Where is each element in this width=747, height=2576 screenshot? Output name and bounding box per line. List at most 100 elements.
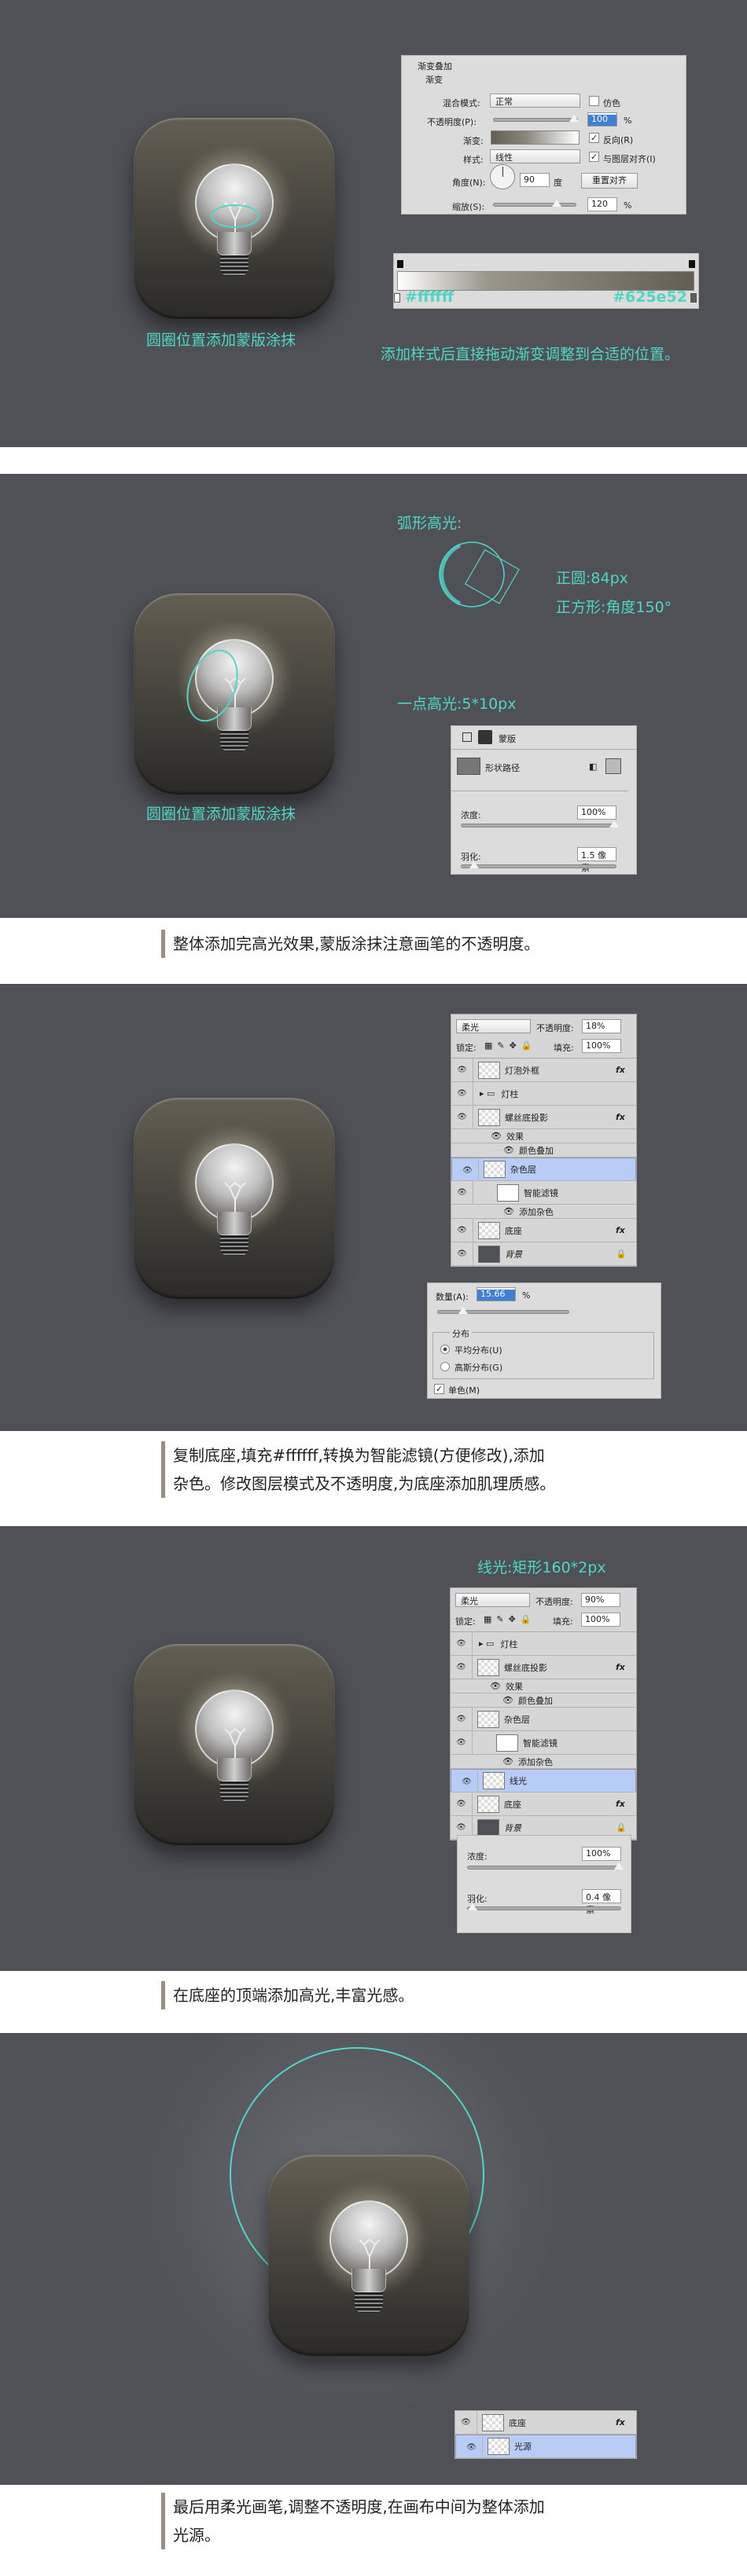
gaussian-radio[interactable] [440,1362,450,1371]
eye-icon[interactable]: 👁 [457,1159,479,1180]
eye-icon[interactable]: 👁 [502,1695,513,1705]
layer-row[interactable]: 👁 杂色层 [451,1158,636,1181]
eye-icon[interactable]: 👁 [451,1632,473,1655]
eye-icon[interactable]: 👁 [503,1206,514,1216]
dither-checkbox[interactable] [589,96,599,106]
layer-row[interactable]: 👁 光源 [455,2435,636,2458]
color-stop-dark[interactable] [690,293,697,303]
density-slider[interactable] [467,1862,624,1870]
eye-icon[interactable]: 👁 [503,1145,514,1155]
fx-badge[interactable]: fx [616,2417,636,2427]
layer-row[interactable]: 👁 线光 [451,1769,636,1793]
lock-icons[interactable]: ▦✎✥🔒 [484,1040,537,1051]
eye-icon[interactable]: 👁 [451,1708,473,1730]
pixel-mask-icon[interactable] [478,730,492,744]
gradient-picker[interactable] [491,130,580,145]
eye-icon[interactable]: 👁 [490,1681,501,1691]
layer-row[interactable]: 👁 效果 [451,1129,636,1143]
feather-slider[interactable] [467,1903,621,1910]
vector-mask-button[interactable] [605,758,621,774]
reset-align-button[interactable]: 重置对齐 [581,173,638,189]
density-input[interactable]: 100% [582,1847,621,1861]
layer-row[interactable]: 👁 ▸ ▭ 灯柱 [451,1082,636,1106]
layer-row[interactable]: 👁 效果 [451,1679,636,1693]
opacity-slider[interactable] [493,115,579,122]
layer-thumbnail [477,1818,499,1837]
eye-icon[interactable]: 👁 [451,1731,473,1754]
eye-icon[interactable]: 👁 [451,1219,473,1242]
reverse-checkbox[interactable]: ✓ [589,133,599,143]
layer-row[interactable]: 👁 添加杂色 [451,1205,636,1219]
layer-row[interactable]: 👁 杂色层 [451,1708,636,1731]
layer-row[interactable]: 👁 智能滤镜 [451,1731,636,1755]
layer-row[interactable]: 👁 螺丝底投影 fx [451,1656,636,1679]
scale-slider[interactable] [493,200,576,207]
layer-blend-select[interactable]: 柔光 [456,1019,531,1033]
line-light-title: 线光:矩形160*2px [477,1559,606,1576]
layer-row[interactable]: 👁 底座 fx [455,2411,636,2435]
layer-row[interactable]: 👁 ▸ ▭ 灯柱 [451,1632,636,1656]
amount-input[interactable]: 15.66 [477,1287,516,1301]
layer-row[interactable]: 👁 灯泡外框 fx [451,1059,636,1082]
eye-icon[interactable]: 👁 [451,1106,473,1128]
layer-row[interactable]: 👁 背景 🔒 [451,1242,636,1266]
layer-opacity-input[interactable]: 90% [581,1593,620,1607]
scale-input[interactable]: 120 [587,197,617,211]
layer-thumbnail [478,1061,500,1079]
layer-opacity-input[interactable]: 18% [582,1019,621,1033]
amount-slider[interactable] [437,1307,569,1314]
opacity-stop-left[interactable] [397,260,403,268]
align-checkbox[interactable]: ✓ [589,152,599,162]
fx-badge[interactable]: fx [616,1225,636,1235]
monochrome-checkbox[interactable]: ✓ [434,1384,444,1394]
fx-badge[interactable]: fx [616,1662,636,1672]
blend-mode-select[interactable]: 正常 [490,94,580,108]
layer-blend-select[interactable]: 柔光 [455,1593,530,1607]
eye-icon[interactable]: 👁 [455,2411,477,2434]
layer-thumbnail [483,1772,505,1789]
eye-icon[interactable]: 👁 [451,1656,473,1679]
eye-icon[interactable]: 👁 [451,1793,473,1815]
select-mask-icon[interactable]: ◧ [589,761,597,772]
density-slider[interactable] [461,820,619,827]
layer-thumbnail [496,1734,518,1752]
fx-badge[interactable]: fx [616,1799,636,1809]
layer-row[interactable]: 👁 底座 fx [451,1219,636,1242]
feather-input[interactable]: 0.4 像素 [582,1889,621,1915]
eye-icon[interactable]: 👁 [502,1756,513,1767]
eye-icon[interactable]: 👁 [456,1771,478,1791]
layer-row[interactable]: 👁 添加杂色 [451,1755,636,1769]
opacity-stop-right[interactable] [689,260,695,268]
eye-icon[interactable]: 👁 [451,1242,473,1265]
style-select[interactable]: 线性 [490,149,580,163]
layers-panel: 👁 底座 fx 👁 光源 [454,2410,637,2459]
eye-icon[interactable]: 👁 [451,1059,473,1081]
feather-input[interactable]: 1.5 像素 [577,847,616,873]
layer-row[interactable]: 👁 颜色叠加 [451,1143,636,1158]
eye-icon[interactable]: 👁 [451,1082,473,1105]
arc-highlight-title: 弧形高光: [397,515,462,532]
layer-fill-input[interactable]: 100% [581,1613,620,1627]
layer-row[interactable]: 👁 底座 fx [451,1793,636,1816]
feather-slider[interactable] [461,861,616,868]
layer-row[interactable]: 👁 螺丝底投影 fx [451,1106,636,1129]
layer-fill-input[interactable]: 100% [582,1039,621,1053]
vector-mask-icon[interactable] [462,732,472,742]
fx-badge[interactable]: fx [616,1065,636,1075]
lock-icons[interactable]: ▦✎✥🔒 [484,1614,536,1624]
fx-badge[interactable]: fx [616,1112,636,1122]
uniform-radio[interactable] [440,1345,450,1354]
layer-row[interactable]: 👁 智能滤镜 [451,1181,636,1205]
eye-icon[interactable]: 👁 [461,2436,483,2457]
eye-icon[interactable]: 👁 [451,1181,473,1204]
eye-icon[interactable]: 👁 [491,1131,502,1141]
density-label: 浓度: [467,1851,488,1862]
layer-row[interactable]: 👁 颜色叠加 [451,1693,636,1708]
density-input[interactable]: 100% [577,805,616,820]
layer-name: 背景 [504,1822,521,1833]
color-stop-white[interactable] [394,293,400,303]
angle-input[interactable]: 90 [520,173,550,187]
percent-label: % [522,1290,531,1301]
opacity-input[interactable]: 100 [587,112,617,127]
angle-dial[interactable] [490,164,515,189]
